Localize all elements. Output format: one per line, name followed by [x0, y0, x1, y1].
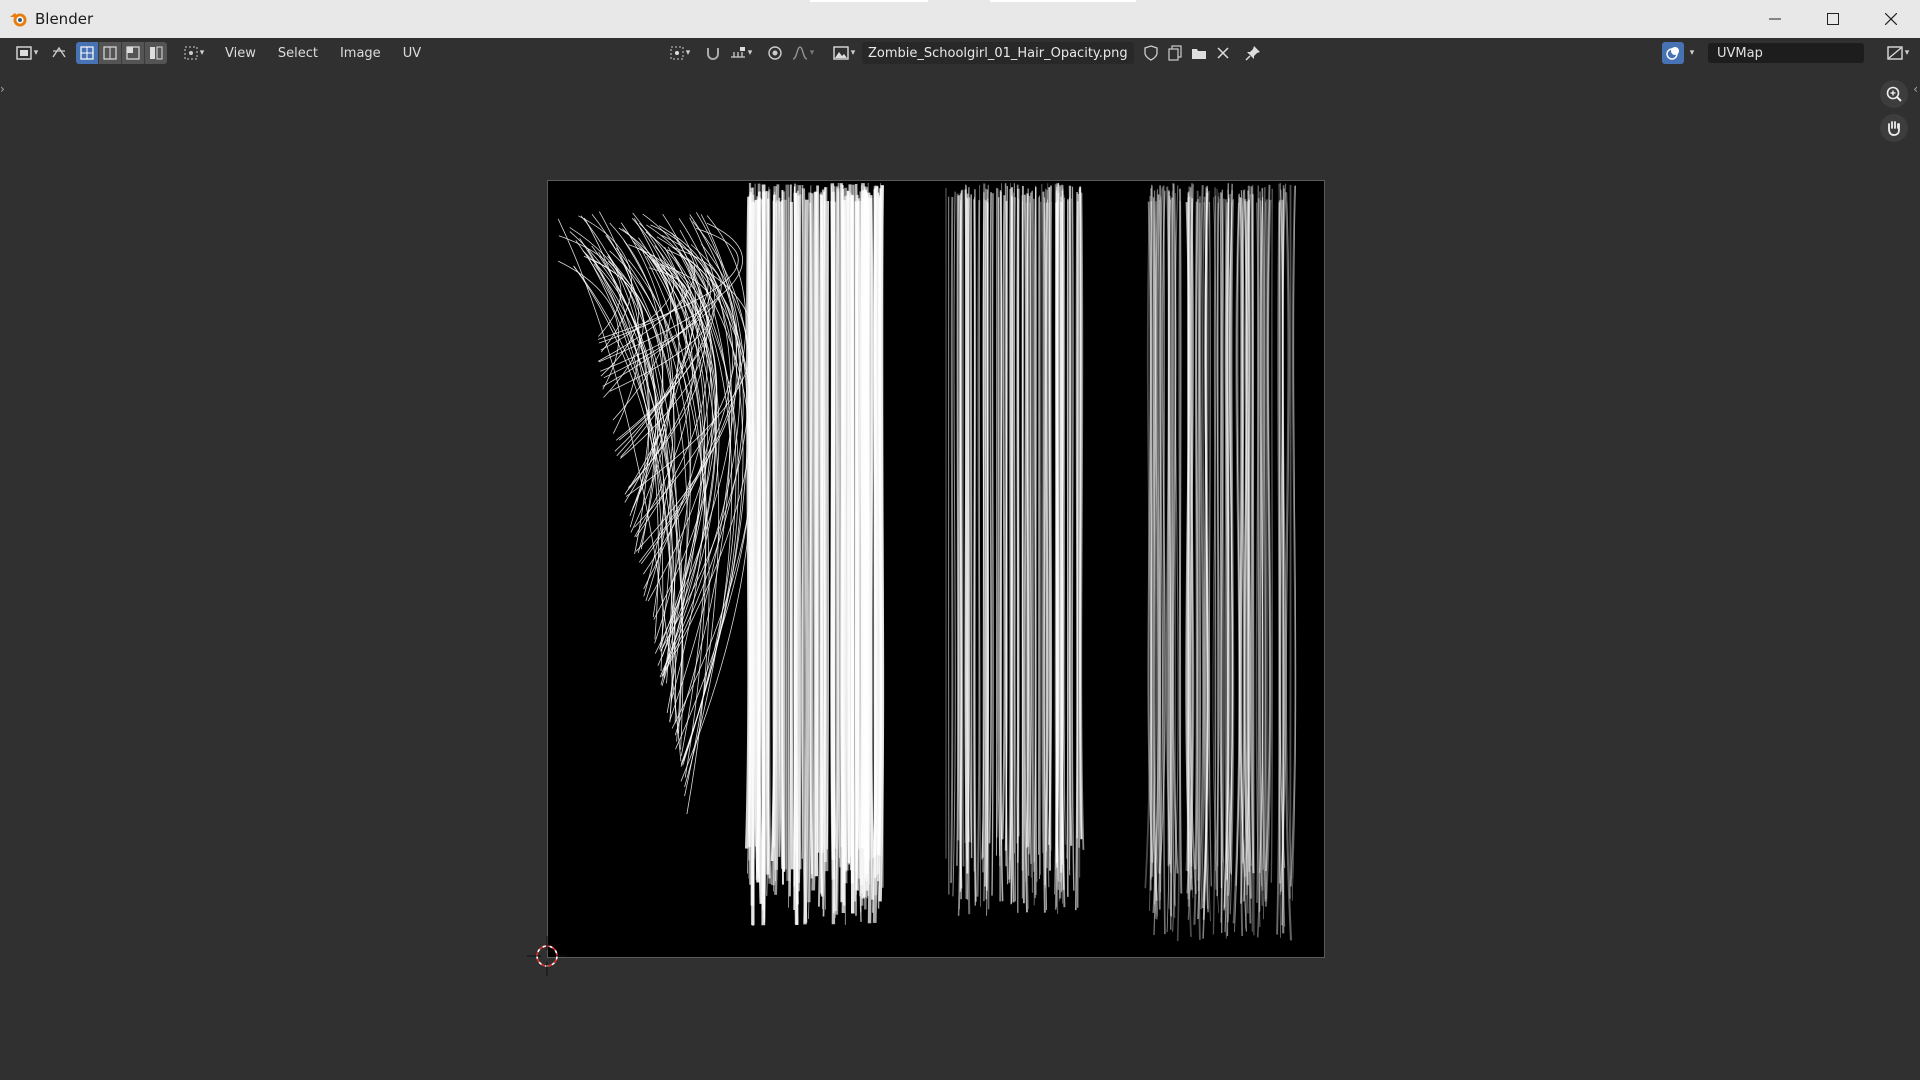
maximize-icon[interactable]	[1804, 0, 1862, 38]
texture-image	[547, 180, 1325, 958]
snap-magnet-icon	[707, 48, 719, 60]
open-image-button[interactable]	[1188, 42, 1210, 64]
proportional-editing-toggle[interactable]	[764, 42, 786, 64]
overlays-dropdown[interactable]: ▾	[1684, 42, 1698, 64]
folder-icon	[1191, 49, 1206, 59]
vertex-select-icon	[80, 46, 94, 60]
uv-map-field[interactable]: UVMap	[1708, 43, 1864, 63]
zoom-icon[interactable]	[1880, 80, 1908, 108]
image-name-field[interactable]: Zombie_Schoolgirl_01_Hair_Opacity.png	[862, 42, 1134, 64]
image-editor-icon	[16, 46, 32, 60]
close-icon[interactable]	[1862, 0, 1920, 38]
menu-select[interactable]: Select	[278, 46, 318, 61]
sidebar-expand-arrow-icon[interactable]: ‹	[1913, 82, 1918, 96]
blender-logo-icon	[10, 13, 27, 27]
snap-toggle[interactable]	[702, 42, 724, 64]
edge-select-icon	[103, 46, 117, 60]
face-select-icon	[126, 46, 140, 60]
pan-hand-icon[interactable]	[1880, 114, 1908, 142]
edge-select-mode-button[interactable]	[99, 42, 122, 64]
unlink-image-button[interactable]	[1212, 42, 1234, 64]
image-browse-dropdown[interactable]: ▾	[828, 42, 860, 64]
proportional-edit-icon	[768, 46, 782, 60]
menu-view[interactable]: View	[225, 46, 256, 61]
face-select-mode-button[interactable]	[122, 42, 145, 64]
image-editor-header: ▾ ▾ View Select Image UV ▾ ▾ ▾ ▾ Zombie_…	[0, 38, 1920, 68]
island-select-mode-button[interactable]	[145, 42, 167, 64]
hair-opacity-texture	[557, 182, 1297, 942]
titlebar-highlight	[990, 0, 1136, 2]
editor-type-dropdown[interactable]: ▾	[12, 42, 42, 64]
menu-uv[interactable]: UV	[403, 46, 421, 61]
snap-increment-icon	[730, 47, 745, 58]
island-select-icon	[150, 46, 163, 60]
window-title: Blender	[35, 10, 94, 28]
window-titlebar: Blender	[0, 0, 1920, 39]
minimize-icon[interactable]	[1746, 0, 1804, 38]
sticky-selection-dropdown[interactable]: ▾	[179, 42, 209, 64]
pivot-point-icon	[670, 46, 684, 60]
overlays-icon	[1666, 47, 1679, 60]
image-browse-icon	[833, 46, 849, 60]
menu-image[interactable]: Image	[340, 46, 381, 61]
sticky-selection-icon	[184, 46, 198, 60]
uv-sync-icon	[52, 46, 66, 58]
shield-icon	[1143, 45, 1158, 61]
uv-overlay-toggle[interactable]	[1662, 42, 1684, 64]
vertex-select-mode-button[interactable]	[76, 42, 99, 64]
display-channels-dropdown[interactable]: ▾	[1882, 42, 1914, 64]
toolbar-expand-arrow-icon[interactable]: ›	[0, 82, 5, 96]
titlebar-highlight	[810, 0, 928, 2]
close-icon	[1217, 47, 1229, 59]
pin-icon	[1245, 46, 1260, 61]
display-channels-icon	[1887, 46, 1903, 60]
fake-user-toggle[interactable]	[1140, 42, 1162, 64]
pivot-point-dropdown[interactable]: ▾	[664, 42, 696, 64]
navigation-gizmo	[1880, 80, 1908, 142]
2d-cursor-icon[interactable]	[527, 936, 567, 976]
pin-image-toggle[interactable]	[1242, 42, 1264, 64]
new-image-button[interactable]	[1164, 42, 1186, 64]
proportional-falloff-dropdown[interactable]: ▾	[788, 42, 818, 64]
uv-sync-selection-toggle[interactable]	[46, 42, 72, 64]
duplicate-icon	[1168, 45, 1182, 61]
image-editor-viewport[interactable]: › ‹	[0, 68, 1920, 1080]
falloff-curve-icon	[792, 46, 807, 60]
snap-target-dropdown[interactable]: ▾	[726, 42, 756, 64]
